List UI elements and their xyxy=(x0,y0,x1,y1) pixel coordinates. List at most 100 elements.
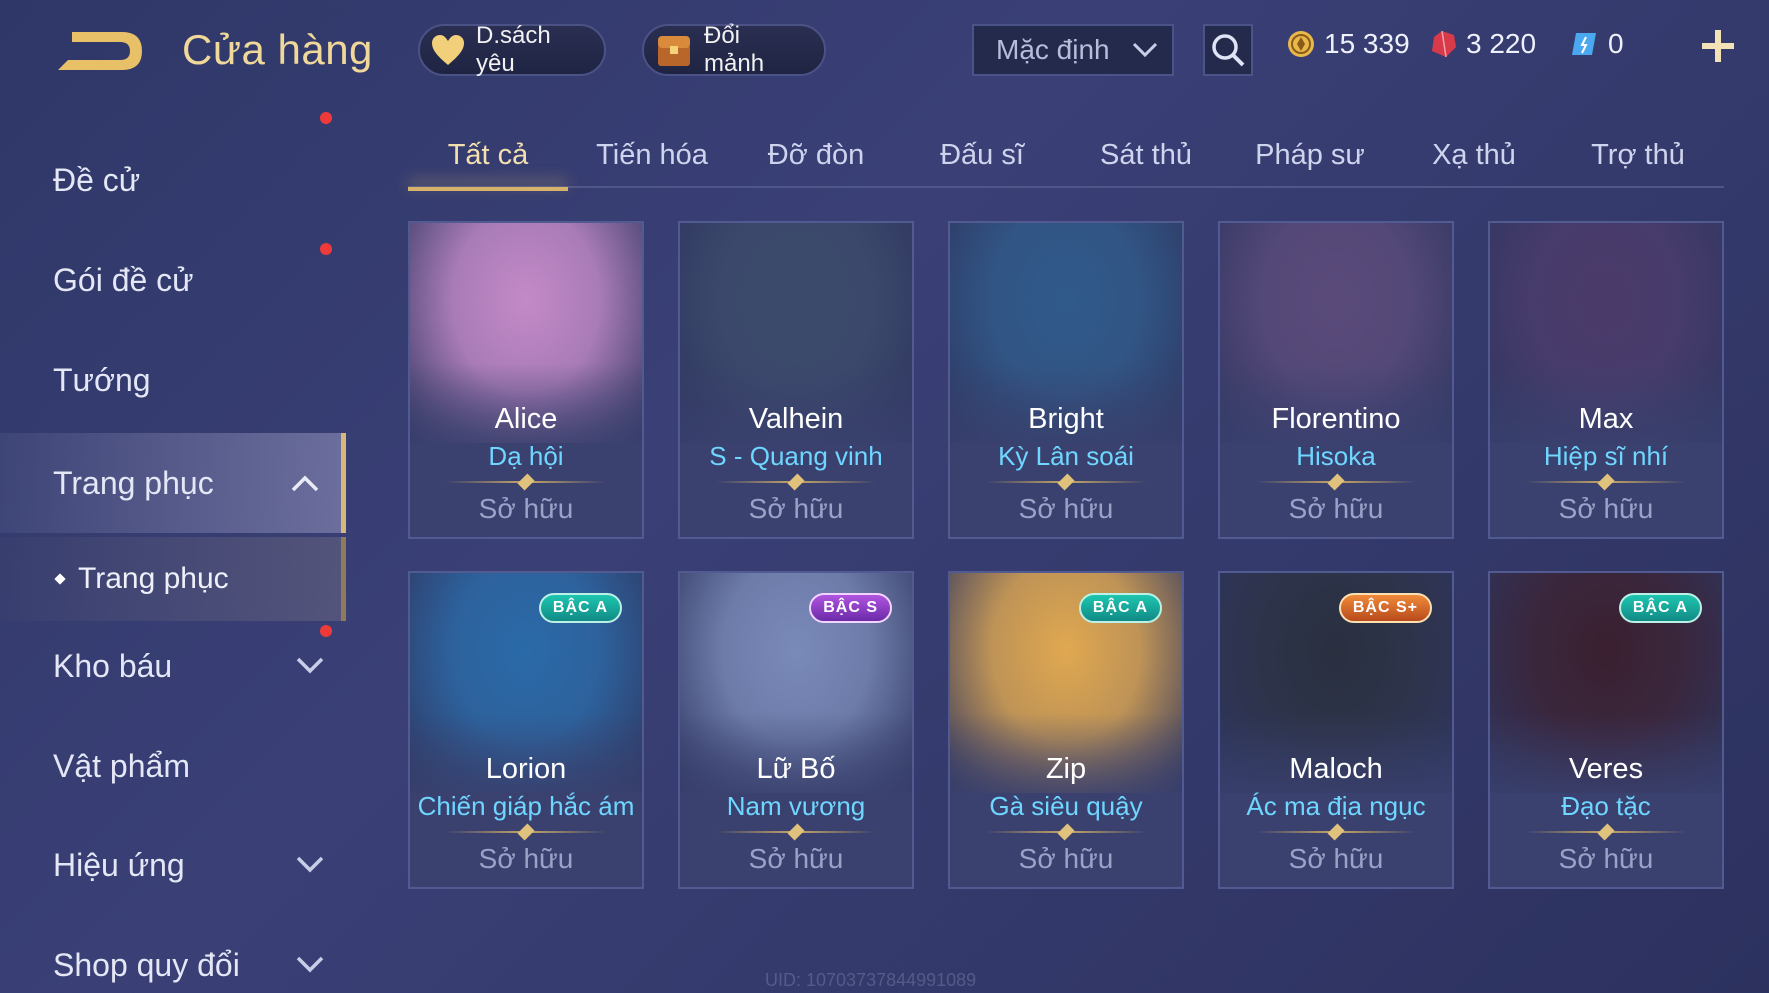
skin-name: Đạo tặc xyxy=(1561,791,1651,821)
skin-name: Kỳ Lân soái xyxy=(998,441,1134,471)
search-button[interactable] xyxy=(1203,24,1253,76)
ownership-status: Sở hữu xyxy=(478,843,574,874)
divider-gem-icon xyxy=(517,473,535,491)
tab-evolution[interactable]: Tiến hóa xyxy=(572,130,732,188)
tab-support[interactable]: Trợ thủ xyxy=(1558,130,1718,188)
chevron-down-icon xyxy=(296,856,324,873)
sidebar-item-label: Đề cử xyxy=(53,161,141,198)
hero-name: Lorion xyxy=(485,753,567,785)
ownership-status: Sở hữu xyxy=(748,843,844,874)
voucher-balance: 0 xyxy=(1570,28,1624,60)
skin-name: Hiệp sĩ nhí xyxy=(1543,441,1669,471)
chevron-down-icon xyxy=(296,956,324,973)
page-title: Cửa hàng xyxy=(182,26,373,73)
top-bar: Cửa hàng D.sách yêu Đổi mảnh Mặc định 15… xyxy=(0,0,1769,100)
add-currency-button[interactable] xyxy=(1698,26,1738,66)
sidebar-subitem-skins[interactable]: Trang phục xyxy=(0,537,346,621)
divider-gem-icon xyxy=(1057,473,1075,491)
sidebar-item-effects[interactable]: Hiệu ứng xyxy=(0,820,346,910)
back-arrow-icon[interactable] xyxy=(52,26,148,76)
notification-dot xyxy=(320,243,332,255)
tier-badge: BẬC S xyxy=(809,593,892,623)
divider-gem-icon xyxy=(517,823,535,841)
skin-name: S - Quang vinh xyxy=(709,441,883,471)
chevron-down-icon xyxy=(1132,42,1158,58)
tab-mage[interactable]: Pháp sư xyxy=(1230,130,1390,188)
skin-card[interactable]: BẬC A Zip Gà siêu quậy Sở hữu xyxy=(948,571,1184,889)
divider-gem-icon xyxy=(1327,823,1345,841)
skin-card[interactable]: BẬC A Lorion Chiến giáp hắc ám Sở hữu xyxy=(408,571,644,889)
sidebar-item-label: Shop quy đổi xyxy=(53,946,240,983)
heart-icon xyxy=(430,30,466,70)
sidebar-item-label: Gói đề cử xyxy=(53,261,194,298)
hero-name: Bright xyxy=(1028,403,1104,435)
notification-dot xyxy=(320,112,332,124)
favorites-button[interactable]: D.sách yêu xyxy=(418,22,606,77)
skin-card[interactable]: BẬC S+ Maloch Ác ma địa ngục Sở hữu xyxy=(1218,571,1454,889)
sidebar-item-label: Trang phục xyxy=(53,464,214,501)
voucher-amount: 0 xyxy=(1608,28,1624,59)
divider-gem-icon xyxy=(787,473,805,491)
sidebar-item-exchange-shop[interactable]: Shop quy đổi xyxy=(0,920,346,993)
sidebar-item-skins[interactable]: Trang phục xyxy=(0,433,346,533)
skin-name: Hisoka xyxy=(1296,441,1376,471)
ruby-amount: 3 220 xyxy=(1466,28,1537,59)
ownership-status: Sở hữu xyxy=(1018,843,1114,874)
hero-name: Florentino xyxy=(1271,403,1401,435)
ownership-status: Sở hữu xyxy=(748,493,844,524)
shard-exchange-label: Đổi mảnh xyxy=(704,22,765,77)
tab-assassin[interactable]: Sát thủ xyxy=(1066,130,1226,188)
hero-name: Valhein xyxy=(748,403,844,435)
ownership-status: Sở hữu xyxy=(1288,843,1384,874)
skin-card[interactable]: BẬC A Veres Đạo tặc Sở hữu xyxy=(1488,571,1724,889)
sidebar-item-heroes[interactable]: Tướng xyxy=(0,335,346,425)
divider-gem-icon xyxy=(1597,473,1615,491)
skin-card[interactable]: Bright Kỳ Lân soái Sở hữu xyxy=(948,221,1184,539)
chevron-up-icon xyxy=(291,475,319,492)
sidebar-item-recommended-packs[interactable]: Gói đề cử xyxy=(0,112,346,325)
shard-exchange-button[interactable]: Đổi mảnh xyxy=(642,22,826,77)
role-tabs: Tất cả Tiến hóa Đỡ đòn Đấu sĩ Sát thủ Ph… xyxy=(408,130,1724,191)
bullet-icon xyxy=(54,573,66,585)
skin-name: Gà siêu quậy xyxy=(989,791,1143,821)
sidebar: Đề cử Gói đề cử Tướng Trang phục Trang p… xyxy=(0,112,346,993)
chevron-down-icon xyxy=(296,657,324,674)
gold-balance: 15 339 xyxy=(1286,28,1410,60)
sidebar-item-treasure[interactable]: Kho báu xyxy=(0,621,346,711)
user-id: UID: 10703737844991089 xyxy=(765,970,977,990)
hero-name: Veres xyxy=(1568,753,1644,785)
tier-badge: BẬC A xyxy=(1618,593,1702,623)
sidebar-item-items[interactable]: Vật phẩm xyxy=(0,721,346,811)
tab-fighter[interactable]: Đấu sĩ xyxy=(902,130,1062,188)
favorites-label: D.sách yêu xyxy=(476,22,551,77)
sidebar-item-recommended[interactable]: Đề cử xyxy=(0,135,346,225)
sort-dropdown[interactable]: Mặc định xyxy=(972,24,1174,76)
divider-gem-icon xyxy=(1327,473,1345,491)
voucher-icon xyxy=(1572,33,1596,55)
ownership-status: Sở hữu xyxy=(1558,493,1654,524)
gold-coin-icon xyxy=(1288,31,1314,57)
tab-marksman[interactable]: Xạ thủ xyxy=(1394,130,1554,188)
tab-all[interactable]: Tất cả xyxy=(408,130,568,191)
notification-dot xyxy=(320,625,332,637)
sidebar-item-label: Vật phẩm xyxy=(53,747,190,784)
sidebar-item-label: Tướng xyxy=(53,361,151,398)
skin-card[interactable]: Alice Dạ hội Sở hữu xyxy=(408,221,644,539)
divider-gem-icon xyxy=(1057,823,1075,841)
skin-card[interactable]: Max Hiệp sĩ nhí Sở hữu xyxy=(1488,221,1724,539)
tab-tank[interactable]: Đỡ đòn xyxy=(736,130,896,188)
skin-card[interactable]: Valhein S - Quang vinh Sở hữu xyxy=(678,221,914,539)
ownership-status: Sở hữu xyxy=(1288,493,1384,524)
ruby-gem-icon xyxy=(1432,30,1456,58)
tier-badge: BẬC A xyxy=(1078,593,1162,623)
skin-card[interactable]: BẬC S Lữ Bố Nam vương Sở hữu xyxy=(678,571,914,889)
hero-name: Maloch xyxy=(1289,753,1383,785)
skin-name: Ác ma địa ngục xyxy=(1246,791,1426,821)
skin-card[interactable]: Florentino Hisoka Sở hữu xyxy=(1218,221,1454,539)
sidebar-item-label: Kho báu xyxy=(53,647,173,684)
sort-value: Mặc định xyxy=(996,34,1110,65)
tier-badge: BẬC S+ xyxy=(1338,593,1432,623)
hero-name: Alice xyxy=(494,403,558,435)
divider-gem-icon xyxy=(1597,823,1615,841)
tier-badge: BẬC A xyxy=(538,593,622,623)
